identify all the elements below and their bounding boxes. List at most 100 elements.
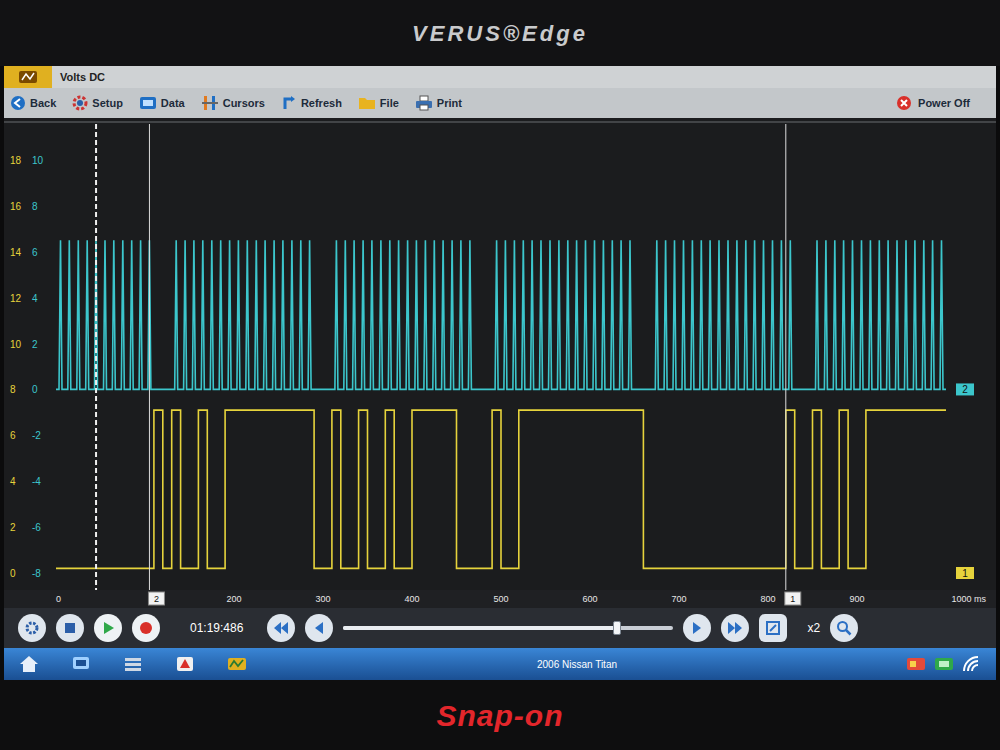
waveform-line <box>56 240 946 389</box>
cursors-icon <box>201 95 219 111</box>
device-logo: VERUS®Edge <box>412 17 588 50</box>
x-tick-label: 200 <box>226 594 241 604</box>
cursors-button[interactable]: Cursors <box>201 95 265 112</box>
y-tick-label: 4 <box>10 476 16 487</box>
y-tick-label: -8 <box>32 568 41 579</box>
setup-button[interactable]: Setup <box>72 95 123 112</box>
time-axis: 0 200 300 400 500 600 700 800 900 1000 ms 2 1 <box>4 590 996 608</box>
magnifier-icon <box>836 620 852 636</box>
y-tick-label: 8 <box>10 384 16 395</box>
connection-icon <box>934 655 954 673</box>
channel-marker[interactable]: 1 <box>956 567 974 579</box>
alert-button[interactable] <box>174 653 196 675</box>
meter-tab[interactable] <box>4 66 52 88</box>
zoom-level: x2 <box>807 619 820 637</box>
vehicle-label-wrap: 2006 Nissan Titan <box>278 657 876 672</box>
record-button[interactable] <box>132 614 160 642</box>
waveform-plot[interactable]: 18161412108642011086420-2-4-6-82 <box>4 118 996 590</box>
svg-text:1: 1 <box>790 594 795 604</box>
home-button[interactable] <box>18 653 40 675</box>
print-button[interactable]: Print <box>415 95 462 112</box>
y-tick-label: 10 <box>32 155 44 166</box>
power-off-button[interactable]: Power Off <box>896 95 970 112</box>
record-icon <box>139 621 153 635</box>
trigger-line[interactable] <box>95 124 97 590</box>
x-tick-label: 700 <box>671 594 686 604</box>
back-button[interactable]: Back <box>10 95 56 112</box>
cursor-line[interactable] <box>149 124 150 590</box>
waveform-line <box>56 410 946 568</box>
scope-button[interactable] <box>226 653 248 675</box>
cursor-line[interactable] <box>785 124 786 590</box>
y-tick-label: 16 <box>10 201 22 212</box>
scanner-icon <box>71 655 91 673</box>
y-tick-label: -6 <box>32 522 41 533</box>
playback-slider[interactable] <box>343 621 673 635</box>
file-button[interactable]: File <box>358 95 399 112</box>
data-button[interactable]: Data <box>139 95 185 112</box>
slider-fill <box>343 626 617 630</box>
bottom-bezel: Snap-on <box>0 680 1000 750</box>
y-tick-label: 18 <box>10 155 22 166</box>
gear-icon <box>72 95 88 111</box>
time-axis-labels: 0 200 300 400 500 600 700 800 900 1000 ms 2 1 <box>4 590 996 608</box>
title-bar: Volts DC <box>4 66 996 88</box>
settings-button[interactable] <box>18 614 46 642</box>
tools-button[interactable] <box>122 653 144 675</box>
printer-icon <box>415 95 433 111</box>
y-tick-label: 4 <box>32 293 38 304</box>
slider-track <box>343 626 673 630</box>
data-icon <box>139 95 157 111</box>
x-tick-label: 600 <box>582 594 597 604</box>
scope-chart[interactable]: 18161412108642011086420-2-4-6-82 <box>4 118 996 590</box>
x-tick-label: 400 <box>404 594 419 604</box>
toolbar: Back Setup Data Cursors Refresh File Pri… <box>4 88 996 118</box>
svg-text:2: 2 <box>962 384 968 395</box>
rewind-button[interactable] <box>267 614 295 642</box>
cursor-label[interactable]: 1 <box>785 592 801 605</box>
x-tick-label: 1000 ms <box>951 594 986 604</box>
playback-bar: 01:19:486 x2 <box>4 608 996 648</box>
capture-button[interactable] <box>56 614 84 642</box>
fit-button[interactable] <box>759 614 787 642</box>
settings-icon <box>24 620 40 636</box>
y-tick-label: 0 <box>32 384 38 395</box>
step-forward-button[interactable] <box>683 614 711 642</box>
stop-icon <box>63 621 77 635</box>
step-forward-icon <box>690 621 704 635</box>
fit-icon <box>765 620 781 636</box>
zoom-button[interactable] <box>830 614 858 642</box>
step-back-button[interactable] <box>305 614 333 642</box>
refresh-icon <box>281 95 297 111</box>
status-icons <box>906 655 982 673</box>
y-tick-label: 12 <box>10 293 22 304</box>
vehicle-label: 2006 Nissan Titan <box>537 657 617 672</box>
y-tick-label: 10 <box>10 339 22 350</box>
slider-thumb[interactable] <box>613 621 621 635</box>
alert-icon <box>175 655 195 673</box>
x-tick-label: 0 <box>56 594 61 604</box>
x-tick-label: 500 <box>493 594 508 604</box>
tools-icon <box>123 655 143 673</box>
playback-time: 01:19:486 <box>190 619 243 637</box>
fast-forward-button[interactable] <box>721 614 749 642</box>
close-icon <box>896 95 912 111</box>
brand-logo: Snap-on <box>437 693 564 738</box>
x-tick-label: 900 <box>849 594 864 604</box>
taskbar: 2006 Nissan Titan <box>4 648 996 680</box>
channel-marker[interactable]: 2 <box>956 383 974 395</box>
scope-icon <box>227 655 247 673</box>
x-tick-label: 800 <box>760 594 775 604</box>
y-tick-label: 6 <box>10 430 16 441</box>
window-title: Volts DC <box>60 69 105 86</box>
play-button[interactable] <box>94 614 122 642</box>
rewind-icon <box>273 621 289 635</box>
y-tick-label: -2 <box>32 430 41 441</box>
refresh-button[interactable]: Refresh <box>281 95 342 112</box>
y-tick-label: 2 <box>32 339 38 350</box>
scanner-button[interactable] <box>70 653 92 675</box>
cursor-label[interactable]: 2 <box>148 592 164 605</box>
y-tick-label: 2 <box>10 522 16 533</box>
x-tick-label: 300 <box>315 594 330 604</box>
step-back-icon <box>312 621 326 635</box>
